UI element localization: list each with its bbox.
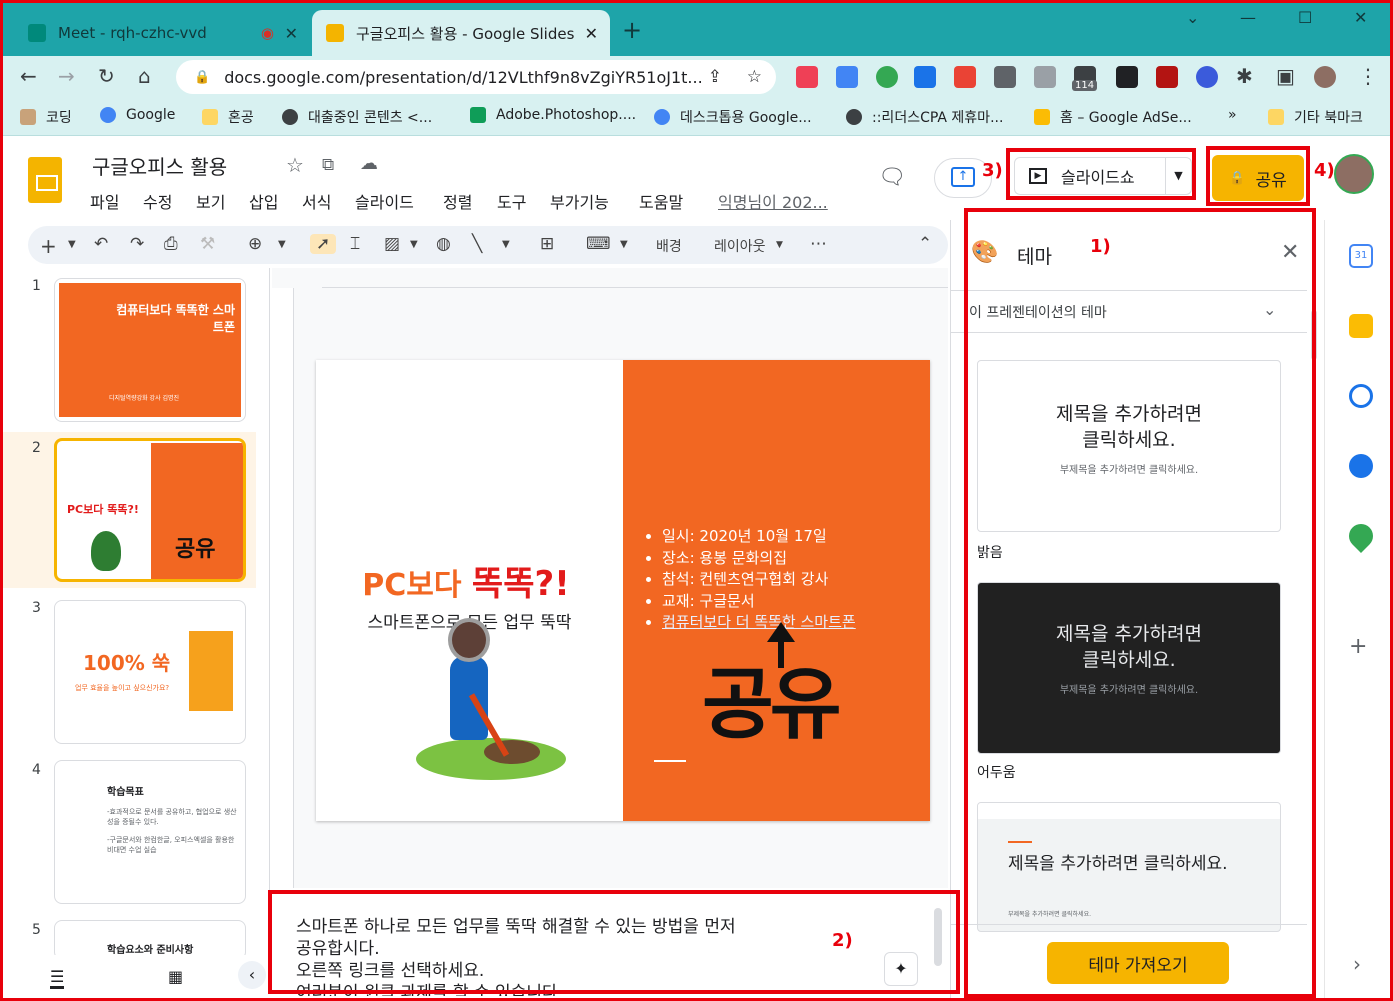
annotation-box-4 [1206, 146, 1310, 206]
annotation-box-2 [268, 890, 960, 994]
annotation-label-2: 2) [832, 930, 853, 951]
annotation-box-1 [964, 208, 1316, 998]
annotation-label-1: 1) [1090, 236, 1111, 257]
annotation-box-3 [1006, 148, 1196, 200]
annotation-label-3: 3) [982, 160, 1003, 181]
annotation-label-4: 4) [1314, 160, 1335, 181]
